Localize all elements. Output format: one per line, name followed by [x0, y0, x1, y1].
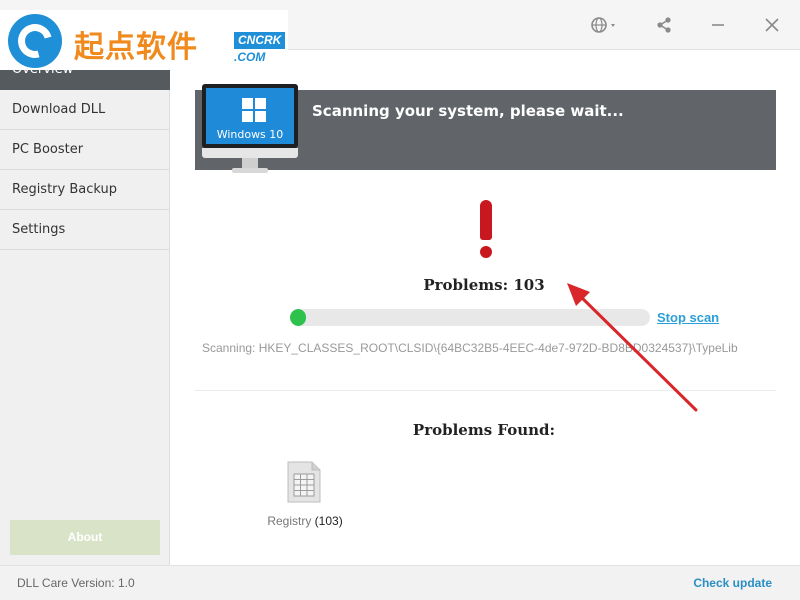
problems-count: Problems: 103 — [423, 276, 545, 294]
watermark-text: 起点软件 — [74, 30, 198, 65]
sidebar-item-registry-backup[interactable]: Registry Backup — [0, 170, 170, 210]
divider — [195, 390, 776, 391]
registry-result: Registry (103) — [240, 514, 370, 528]
share-icon[interactable] — [650, 12, 678, 38]
sidebar-item-settings[interactable]: Settings — [0, 210, 170, 250]
sidebar-item-pc-booster[interactable]: PC Booster — [0, 130, 170, 170]
sidebar-item-download-dll[interactable]: Download DLL — [0, 90, 170, 130]
problems-found-title: Problems Found: — [412, 421, 556, 439]
scan-progress-fill — [290, 309, 306, 326]
close-icon[interactable] — [760, 12, 784, 38]
exclamation-icon — [474, 200, 498, 260]
version-text: DLL Care Version: 1.0 — [17, 576, 135, 590]
sidebar: Overview Download DLL PC Booster Registr… — [0, 50, 170, 565]
registry-count: (103) — [314, 514, 343, 528]
watermark-logo: 起点软件 CNCRK .COM — [0, 10, 288, 70]
footer-bar: DLL Care Version: 1.0 Check update — [0, 565, 800, 600]
registry-icon[interactable] — [285, 460, 323, 504]
check-update-link[interactable]: Check update — [693, 576, 772, 590]
windows-logo-icon — [242, 98, 266, 122]
scan-path-text: Scanning: HKEY_CLASSES_ROOT\CLSID\{64BC3… — [202, 341, 738, 355]
os-label: Windows 10 — [216, 128, 284, 141]
globe-icon[interactable] — [588, 12, 620, 38]
watermark-domain: .COM — [234, 50, 266, 64]
scan-status-title: Scanning your system, please wait... — [312, 102, 624, 120]
minimize-icon[interactable] — [706, 12, 730, 38]
watermark-badge: CNCRK — [234, 32, 286, 49]
scan-progress-bar — [290, 309, 650, 326]
registry-label: Registry — [267, 514, 312, 528]
stop-scan-link[interactable]: Stop scan — [657, 310, 719, 325]
about-button[interactable]: About — [10, 520, 160, 555]
monitor-icon: Windows 10 — [202, 84, 298, 176]
